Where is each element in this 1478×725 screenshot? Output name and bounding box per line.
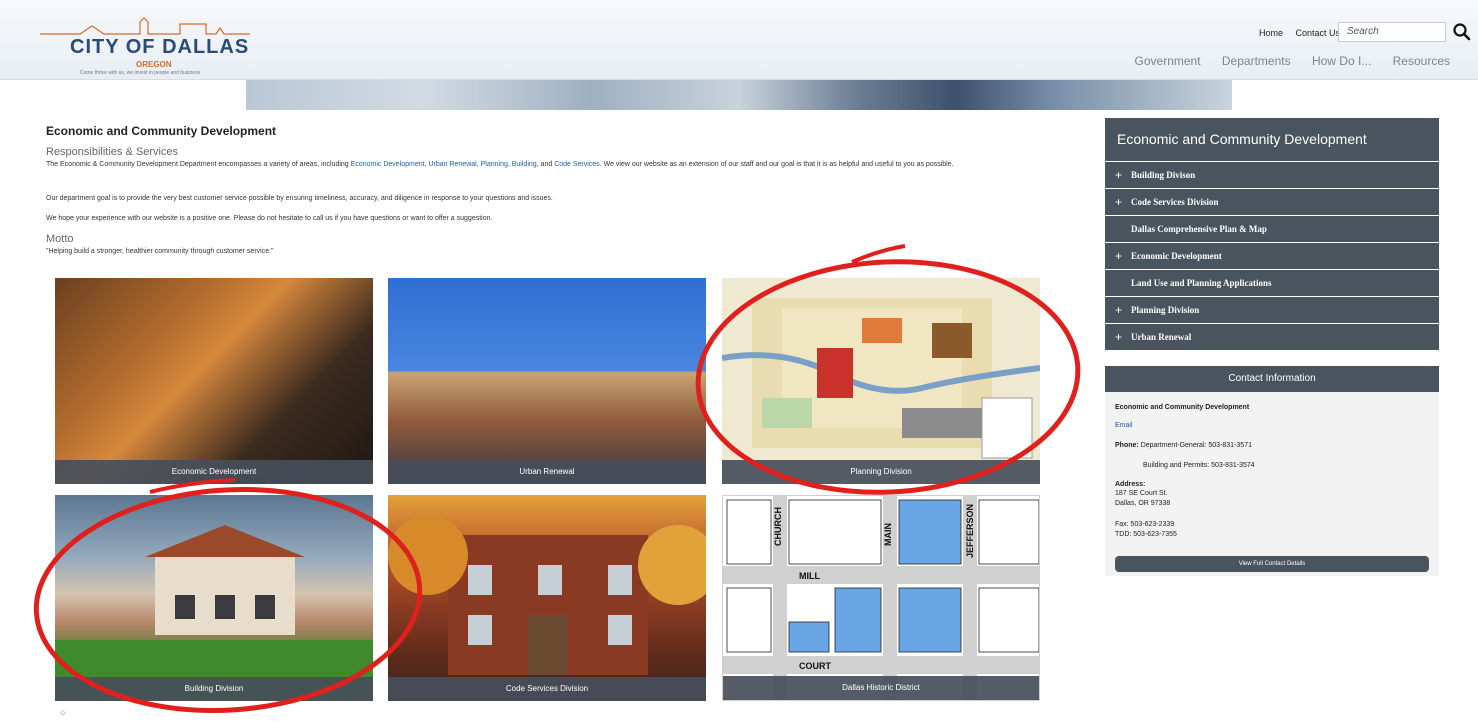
hope-paragraph: We hope your experience with our website… [46, 215, 493, 222]
tile-code-services-division[interactable]: Code Services Division [388, 495, 706, 701]
sidebar-item-economic-development[interactable]: + Economic Development [1105, 243, 1439, 269]
scroll-dot-icon: ⬦ [60, 708, 66, 717]
expand-plus-icon[interactable]: + [1115, 162, 1122, 188]
tile-caption: Planning Division [722, 460, 1040, 484]
header-banner-image [246, 80, 1232, 110]
city-logo[interactable]: CITY OF DALLAS OREGON Come thrive with u… [40, 14, 250, 78]
motto-text: "Helping build a stronger, healthier com… [46, 248, 274, 255]
search-input[interactable]: Search [1338, 22, 1446, 42]
logo-subtitle: OREGON [136, 60, 172, 69]
tile-dallas-historic-district[interactable]: CHURCH MAIN JEFFERSON MILL COURT Dallas … [722, 495, 1040, 701]
address-line1: 187 SE Court St. [1115, 490, 1168, 497]
utility-links: Home Contact Us [1249, 28, 1340, 38]
contact-info-panel: Contact Information Economic and Communi… [1105, 366, 1439, 576]
nav-how-do-i[interactable]: How Do I... [1312, 54, 1371, 68]
tile-planning-division[interactable]: Planning Division [722, 278, 1040, 484]
intro-paragraph: The Economic & Community Development Dep… [46, 161, 954, 168]
link-building[interactable]: Building [512, 161, 537, 168]
link-planning[interactable]: Planning [481, 161, 508, 168]
tile-caption: Dallas Historic District [723, 676, 1039, 700]
tile-caption: Urban Renewal [388, 460, 706, 484]
logo-title: CITY OF DALLAS [70, 36, 250, 58]
link-code-services[interactable]: Code Services [554, 161, 600, 168]
link-economic-development[interactable]: Economic Development [351, 161, 425, 168]
contact-heading: Contact Information [1105, 366, 1439, 392]
contact-email-link[interactable]: Email [1115, 422, 1133, 429]
goal-paragraph: Our department goal is to provide the ve… [46, 195, 553, 202]
street-label-mill: MILL [799, 571, 820, 581]
nav-resources[interactable]: Resources [1393, 54, 1450, 68]
sidebar-item-urban-renewal[interactable]: + Urban Renewal [1105, 324, 1439, 350]
sidebar-item-code-services[interactable]: + Code Services Division [1105, 189, 1439, 215]
street-label-church: CHURCH [773, 507, 783, 546]
expand-plus-icon[interactable]: + [1115, 297, 1122, 323]
tile-urban-renewal[interactable]: Urban Renewal [388, 278, 706, 484]
sidebar-title: Economic and Community Development [1105, 118, 1439, 161]
address-line2: Dallas, OR 97338 [1115, 500, 1171, 507]
view-full-contact-button[interactable]: View Full Contact Details [1115, 556, 1429, 572]
contact-us-link[interactable]: Contact Us [1295, 28, 1340, 38]
search-icon [1453, 23, 1471, 41]
link-urban-renewal[interactable]: Urban Renewal [428, 161, 476, 168]
motto-heading: Motto [46, 233, 74, 245]
street-label-main: MAIN [883, 523, 893, 546]
page-title: Economic and Community Development [46, 124, 277, 138]
brick-building-image [388, 515, 706, 675]
historic-district-map: CHURCH MAIN JEFFERSON MILL COURT [723, 496, 1039, 700]
tile-caption: Code Services Division [388, 677, 706, 701]
skyline-icon [40, 17, 250, 35]
contact-tdd: TDD: 503-623-7355 [1115, 531, 1177, 538]
sidebar-item-land-use[interactable]: Land Use and Planning Applications [1105, 270, 1439, 296]
tile-building-division[interactable]: Building Division [55, 495, 373, 701]
tile-economic-development[interactable]: Economic Development [55, 278, 373, 484]
home-link[interactable]: Home [1259, 28, 1283, 38]
site-header: CITY OF DALLAS OREGON Come thrive with u… [0, 0, 1478, 80]
nav-departments[interactable]: Departments [1222, 54, 1291, 68]
zoning-map-image [722, 298, 1040, 459]
responsibilities-heading: Responsibilities & Services [46, 146, 179, 158]
street-label-jefferson: JEFFERSON [965, 504, 975, 558]
sidebar-nav: Economic and Community Development + Buil… [1105, 118, 1439, 350]
nav-government[interactable]: Government [1135, 54, 1201, 68]
contact-dept: Economic and Community Development [1115, 404, 1250, 411]
sidebar-item-comprehensive-plan[interactable]: Dallas Comprehensive Plan & Map [1105, 216, 1439, 242]
phone-general: Department-General: 503-831-3571 [1140, 442, 1252, 449]
house-image [55, 525, 373, 701]
main-nav: Government Departments How Do I... Resou… [1117, 54, 1450, 68]
expand-plus-icon[interactable]: + [1115, 324, 1122, 350]
expand-plus-icon[interactable]: + [1115, 243, 1122, 269]
phone-building: Building and Permits: 503-831-3574 [1143, 462, 1255, 469]
tile-caption: Economic Development [55, 460, 373, 484]
search-button[interactable] [1452, 22, 1472, 42]
logo-tagline: Come thrive with us, we invest in people… [80, 70, 201, 76]
tile-caption: Building Division [55, 677, 373, 701]
sidebar-item-planning-division[interactable]: + Planning Division [1105, 297, 1439, 323]
contact-fax: Fax: 503-623-2339 [1115, 521, 1175, 528]
phone-label: Phone: [1115, 442, 1139, 449]
street-label-court: COURT [799, 661, 831, 671]
address-label: Address: [1115, 481, 1146, 488]
expand-plus-icon[interactable]: + [1115, 189, 1122, 215]
sidebar-item-building-division[interactable]: + Building Divison [1105, 162, 1439, 188]
